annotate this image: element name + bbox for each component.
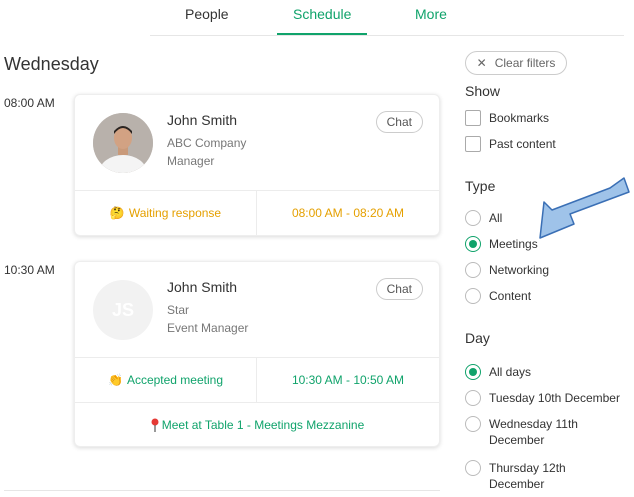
option-label: Past content xyxy=(489,137,556,151)
annotation-arrow-icon xyxy=(539,177,630,239)
meeting-card[interactable]: JS John Smith Star Event Manager Chat 👏 … xyxy=(74,261,440,447)
status-label: Waiting response xyxy=(128,206,222,220)
filter-day-all[interactable]: All days xyxy=(465,364,531,380)
type-section-title: Type xyxy=(465,178,496,194)
meeting-card[interactable]: John Smith ABC Company Manager Chat 🤔 Wa… xyxy=(74,94,440,236)
attendee-company: Star xyxy=(167,303,190,317)
pushpin-icon xyxy=(151,418,159,432)
tab-more[interactable]: More xyxy=(415,6,447,22)
option-label: Tuesday 10th December xyxy=(489,391,620,405)
tab-schedule[interactable]: Schedule xyxy=(293,6,351,22)
filter-type-meetings[interactable]: Meetings xyxy=(465,236,538,252)
divider xyxy=(4,490,440,491)
option-label: Content xyxy=(489,289,532,303)
meeting-time: 08:00 AM xyxy=(4,96,55,110)
bookmarks-checkbox[interactable] xyxy=(465,110,481,126)
location-label: Meet at Table 1 - Meetings Mezzanine xyxy=(161,417,365,432)
meeting-time-range: 10:30 AM - 10:50 AM xyxy=(291,373,405,387)
past-content-checkbox[interactable] xyxy=(465,136,481,152)
filter-type-content[interactable]: Content xyxy=(465,288,531,304)
attendee-role: Manager xyxy=(167,154,215,168)
option-label-line: Wednesday 11th xyxy=(489,417,578,431)
option-label: Networking xyxy=(489,263,550,277)
meeting-location[interactable]: Meet at Table 1 - Meetings Mezzanine xyxy=(75,402,439,446)
filter-day-thursday[interactable]: Thursday 12th December xyxy=(465,460,566,492)
filter-day-wednesday[interactable]: Wednesday 11th December xyxy=(465,416,578,448)
meeting-time-range: 08:00 AM - 08:20 AM xyxy=(291,206,405,220)
meetings-radio[interactable] xyxy=(465,236,481,252)
option-label-line: Thursday 12th xyxy=(489,461,566,475)
show-section-title: Show xyxy=(465,83,501,99)
tab-bar: People Schedule More xyxy=(150,0,624,36)
filter-type-networking[interactable]: Networking xyxy=(465,262,549,278)
clear-filters-button[interactable]: ✕ Clear filters xyxy=(465,51,567,75)
avatar xyxy=(93,113,153,173)
filter-option-past-content[interactable]: Past content xyxy=(465,136,556,152)
avatar: JS xyxy=(93,280,153,340)
content-radio[interactable] xyxy=(465,288,481,304)
chat-button[interactable]: Chat xyxy=(375,278,423,300)
all-days-radio[interactable] xyxy=(465,364,481,380)
attendee-role: Event Manager xyxy=(167,321,249,335)
option-label: All days xyxy=(489,365,532,379)
thursday-radio[interactable] xyxy=(465,460,481,476)
option-label: Thursday 12th December xyxy=(489,460,566,492)
status-label: Accepted meeting xyxy=(126,373,223,387)
tuesday-radio[interactable] xyxy=(465,390,481,406)
option-label-line: December xyxy=(489,477,545,491)
tab-people[interactable]: People xyxy=(185,6,229,22)
filter-day-tuesday[interactable]: Tuesday 10th December xyxy=(465,390,620,406)
meeting-time: 10:30 AM xyxy=(4,263,55,277)
attendee-name: John Smith xyxy=(167,112,238,128)
option-label: Wednesday 11th December xyxy=(489,416,578,448)
filter-option-bookmarks[interactable]: Bookmarks xyxy=(465,110,549,126)
filter-type-all[interactable]: All xyxy=(465,210,502,226)
day-section-title: Day xyxy=(465,330,490,346)
person-photo-icon xyxy=(93,113,153,173)
meeting-status: 🤔 Waiting response xyxy=(75,191,257,235)
option-label: Bookmarks xyxy=(489,111,550,125)
option-label-line: December xyxy=(489,433,545,447)
attendee-company: ABC Company xyxy=(167,136,247,150)
attendee-name: John Smith xyxy=(167,279,238,295)
clapping-hands-icon: 👏 xyxy=(107,373,123,387)
clear-filters-label: Clear filters xyxy=(494,56,556,70)
all-radio[interactable] xyxy=(465,210,481,226)
option-label: All xyxy=(489,211,503,225)
networking-radio[interactable] xyxy=(465,262,481,278)
day-heading: Wednesday xyxy=(4,54,99,74)
close-icon: ✕ xyxy=(476,56,487,70)
active-tab-indicator xyxy=(277,33,367,35)
chat-button[interactable]: Chat xyxy=(375,111,423,133)
wednesday-radio[interactable] xyxy=(465,416,481,432)
meeting-status: 👏 Accepted meeting xyxy=(75,358,257,402)
thinking-face-icon: 🤔 xyxy=(109,206,125,220)
